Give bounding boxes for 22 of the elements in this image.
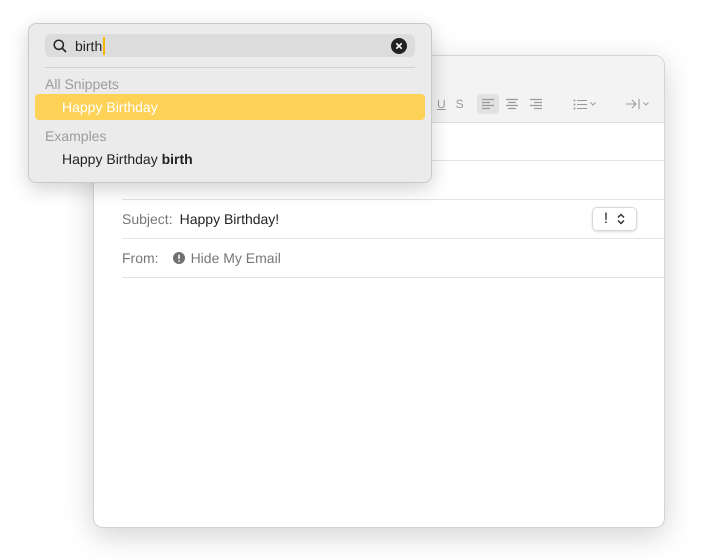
subject-value: Happy Birthday! <box>180 210 280 229</box>
align-center-icon <box>504 98 520 110</box>
priority-button[interactable]: ! <box>592 207 637 231</box>
subject-label: Subject: <box>122 210 173 229</box>
snippet-item[interactable]: Happy Birthday birth <box>35 146 425 172</box>
list-icon <box>572 98 587 110</box>
section-header: All Snippets <box>44 74 120 94</box>
search-text: birth <box>75 36 106 54</box>
chevron-down-icon <box>590 102 596 106</box>
clear-icon[interactable] <box>391 38 407 54</box>
from-value: Hide My Email <box>190 248 281 268</box>
search-field[interactable]: birth <box>45 34 415 57</box>
align-button[interactable] <box>476 94 499 114</box>
up-down-chevron-icon <box>617 213 626 225</box>
chevron-down-icon <box>642 102 649 106</box>
section-header: Examples <box>44 126 108 146</box>
search-icon <box>53 38 67 52</box>
align-left-icon <box>480 98 496 110</box>
align-right-icon <box>528 98 544 110</box>
exclamation-circle-icon <box>172 252 185 264</box>
indent-icon <box>626 99 640 109</box>
from-label: From: <box>122 248 159 268</box>
